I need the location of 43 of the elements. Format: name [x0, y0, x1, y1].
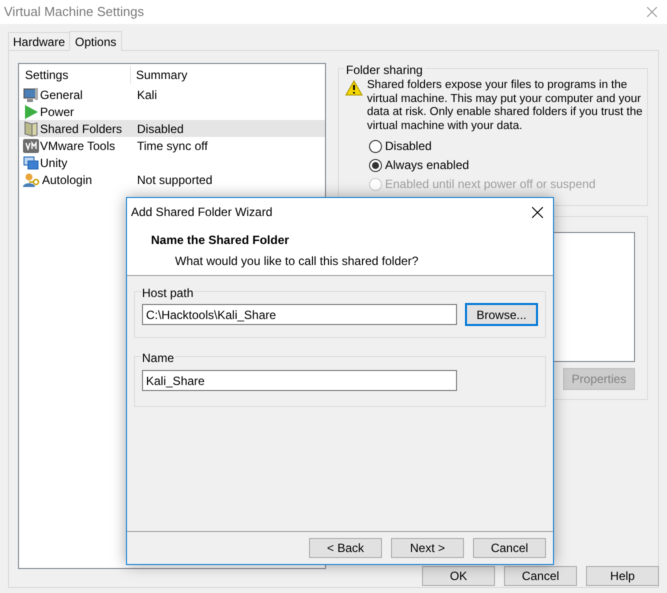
- window-title: Virtual Machine Settings: [4, 3, 144, 22]
- host-path-field[interactable]: C:\Hacktools\Kali_Share: [142, 304, 457, 325]
- wizard-button[interactable]: Next >: [391, 538, 464, 558]
- radio-option[interactable]: Disabled: [369, 138, 647, 154]
- vm-logo-icon: [23, 138, 39, 154]
- settings-row[interactable]: Power: [19, 103, 325, 120]
- dialog-button[interactable]: OK: [422, 566, 495, 586]
- setting-name: Unity: [40, 154, 68, 172]
- dialog-button[interactable]: Cancel: [504, 566, 577, 586]
- settings-row[interactable]: VMware Tools Time sync off: [19, 137, 325, 154]
- dialog-button[interactable]: Help: [586, 566, 659, 586]
- tab[interactable]: Hardware: [8, 32, 70, 50]
- setting-name: Autologin: [42, 172, 92, 188]
- name-field[interactable]: Kali_Share: [142, 370, 457, 391]
- close-icon[interactable]: [532, 206, 543, 218]
- setting-summary: Kali: [136, 86, 158, 104]
- user-key-icon: [23, 172, 41, 188]
- settings-row[interactable]: Autologin Not supported: [19, 171, 325, 188]
- setting-name: VMware Tools: [40, 138, 116, 154]
- browse-button[interactable]: Browse...: [465, 303, 538, 326]
- wizard-button[interactable]: Cancel: [473, 538, 546, 558]
- settings-row[interactable]: General Kali: [19, 86, 325, 103]
- wizard-heading: Name the Shared Folder: [151, 232, 290, 249]
- setting-summary: Time sync off: [136, 138, 208, 154]
- setting-name: Shared Folders: [40, 120, 122, 138]
- radio-option[interactable]: Always enabled: [369, 157, 647, 173]
- warning-icon: [345, 80, 363, 96]
- windows-icon: [23, 154, 39, 170]
- column-header[interactable]: Summary: [131, 66, 188, 84]
- setting-name: General: [40, 86, 83, 104]
- setting-summary: Disabled: [136, 120, 184, 138]
- setting-summary: Not supported: [136, 172, 212, 188]
- warning-text: Shared folders expose your files to programs in the virtual machine. This may put your computer and your data at risk. Only enable shared folders if you trust the virtual machine with your data.: [367, 79, 644, 133]
- wizard-subtitle: What would you like to call this shared folder?: [174, 253, 420, 270]
- tab[interactable]: Options: [69, 31, 122, 51]
- folder-icon: [23, 120, 39, 136]
- column-header[interactable]: Settings: [19, 66, 131, 84]
- dialog-title: Add Shared Folder Wizard: [131, 204, 272, 221]
- setting-name: Power: [40, 104, 74, 120]
- monitor-icon: [23, 86, 39, 102]
- wizard-button[interactable]: < Back: [309, 538, 382, 558]
- settings-row[interactable]: Shared Folders Disabled: [19, 120, 325, 137]
- settings-row[interactable]: Unity: [19, 154, 325, 171]
